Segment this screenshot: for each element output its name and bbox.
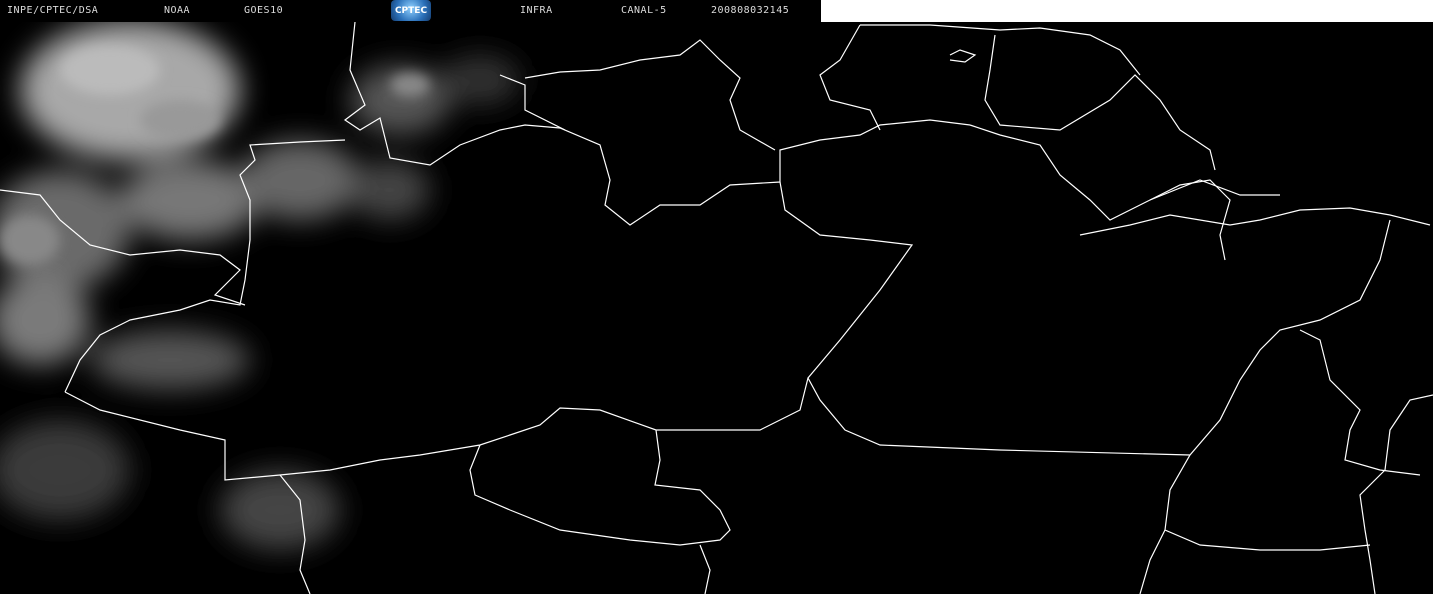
source-label: INPE/CPTEC/DSA [7, 5, 99, 16]
political-borders [0, 21, 1433, 594]
cptec-logo: CPTEC [391, 0, 431, 21]
border-line [524, 39, 776, 151]
satellite-label: GOES10 [244, 5, 284, 16]
border-line [279, 474, 311, 594]
border-line [949, 49, 977, 63]
product-label: INFRA [520, 5, 553, 16]
border-line [1149, 179, 1231, 261]
border-line [699, 544, 711, 594]
border-line [1299, 329, 1421, 476]
border-line [779, 181, 1191, 456]
border-line [1139, 529, 1166, 594]
border-line [984, 34, 1216, 171]
border-line [469, 429, 731, 546]
channel-label: CANAL-5 [621, 5, 667, 16]
border-line [819, 24, 881, 131]
agency-label: NOAA [164, 5, 191, 16]
image-header-bar: INPE/CPTEC/DSA NOAA GOES10 CPTEC INFRA C… [0, 0, 821, 22]
border-line [1079, 207, 1431, 236]
border-line [1359, 394, 1433, 594]
header-blank-area [821, 0, 1433, 22]
border-line [1164, 219, 1391, 551]
border-line [64, 377, 809, 481]
border-line [0, 189, 246, 306]
datetime-label: 200808032145 [711, 5, 790, 16]
border-line [969, 124, 1280, 221]
border-line [499, 74, 566, 131]
cptec-logo-text: CPTEC [394, 5, 428, 16]
border-line [860, 24, 1141, 76]
satellite-image: INPE/CPTEC/DSA NOAA GOES10 CPTEC INFRA C… [0, 0, 1433, 594]
border-line [64, 139, 346, 393]
